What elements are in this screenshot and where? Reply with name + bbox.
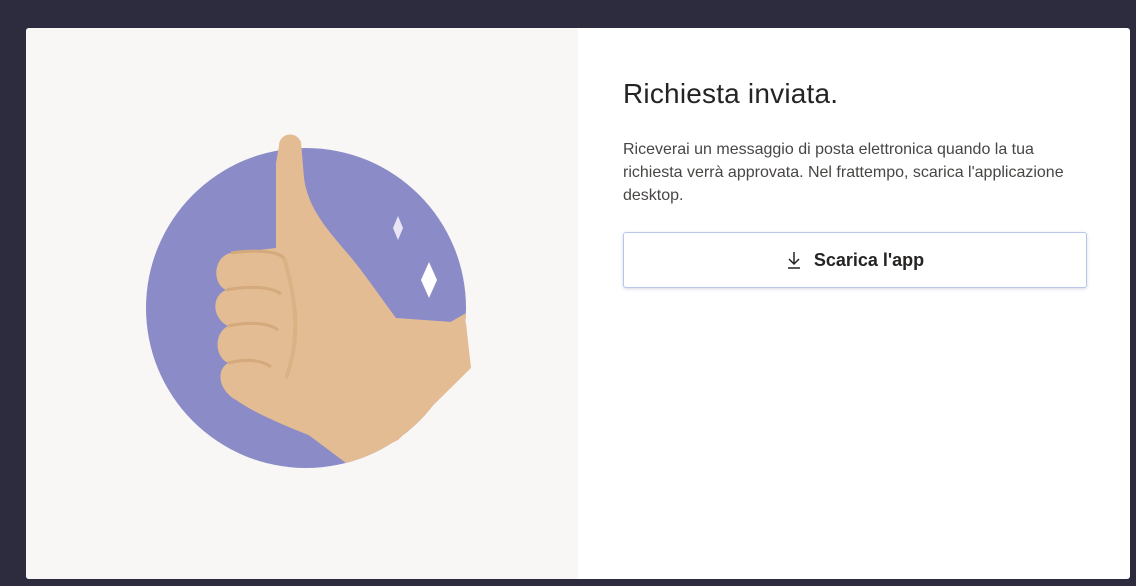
- download-app-button[interactable]: Scarica l'app: [623, 232, 1087, 288]
- illustration-panel: [26, 28, 578, 579]
- thumbs-up-illustration: [146, 134, 471, 468]
- dialog-title: Richiesta inviata.: [623, 78, 839, 109]
- content-panel: Richiesta inviata. Riceverai un messaggi…: [578, 28, 1130, 579]
- download-icon: [787, 252, 800, 269]
- dialog-description: Riceverai un messaggio di posta elettron…: [623, 141, 1064, 204]
- request-sent-dialog: Richiesta inviata. Riceverai un messaggi…: [26, 28, 1130, 579]
- download-button-label: Scarica l'app: [813, 249, 925, 270]
